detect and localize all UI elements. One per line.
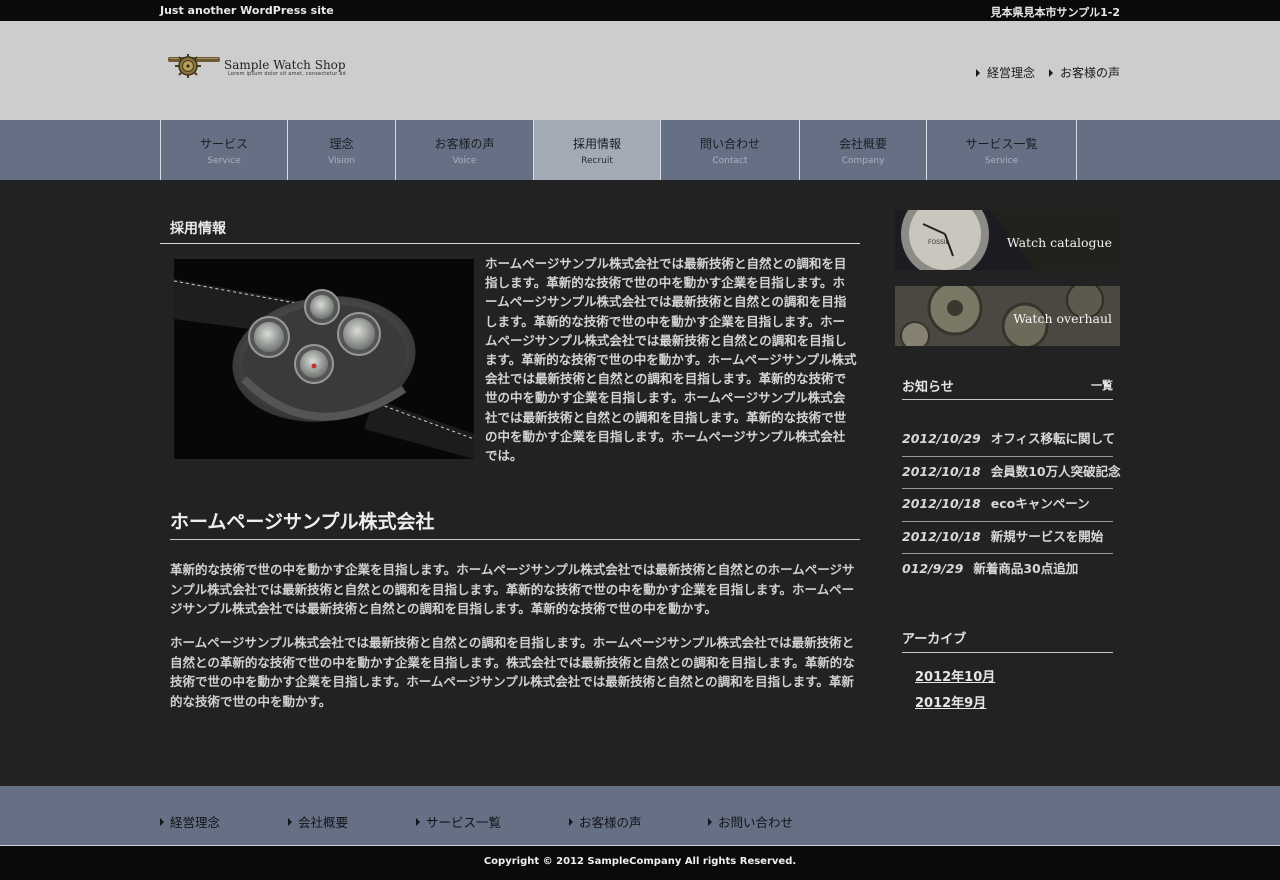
copyright: Copyright © 2012 SampleCompany All right… — [0, 846, 1280, 880]
nav-sublabel: Recruit — [581, 156, 613, 166]
nav-item-recruit[interactable]: 採用情報 Recruit — [534, 120, 661, 180]
divider — [902, 652, 1113, 653]
header-links: 経営理念 お客様の声 — [975, 64, 1120, 81]
news-heading: お知らせ — [902, 380, 954, 395]
footer-link-label: お客様の声 — [579, 815, 642, 830]
header-link-philosophy[interactable]: 経営理念 — [975, 64, 1035, 81]
nav-item-company[interactable]: 会社概要 Company — [800, 120, 927, 180]
arrow-right-icon — [569, 817, 573, 826]
footer-link-company[interactable]: 会社概要 — [288, 812, 348, 831]
news-item[interactable]: 2012/10/29 オフィス移転に関して — [902, 424, 1116, 457]
archive-link[interactable]: 2012年9月 — [915, 692, 995, 711]
body-paragraph: 革新的な技術で世の中を動かす企業を目指します。ホームページサンプル株式会社では最… — [170, 562, 855, 616]
body-paragraph: ホームページサンプル株式会社では最新技術と自然との調和を目指します。ホームページ… — [170, 635, 855, 709]
news-item[interactable]: 2012/10/18 新規サービスを開始 — [902, 522, 1113, 555]
nav-sublabel: Company — [841, 156, 885, 166]
news-date: 2012/10/18 — [902, 463, 981, 479]
company-heading: ホームページサンプル株式会社 — [170, 511, 435, 533]
footer-link-voice[interactable]: お客様の声 — [569, 812, 642, 831]
nav-label: 理念 — [329, 137, 354, 151]
news-list: 2012/10/29 オフィス移転に関して 2012/10/18 会員数10万人突破… — [902, 424, 1121, 587]
divider — [160, 243, 860, 244]
archive-heading: アーカイブ — [902, 632, 967, 647]
nav-sublabel: Service — [984, 156, 1019, 166]
news-date: 2012/10/18 — [902, 528, 981, 544]
news-more-link[interactable]: 一覧 — [1091, 377, 1113, 393]
nav-sublabel: Service — [207, 156, 241, 166]
footer-link-label: 会社概要 — [298, 815, 349, 830]
archive-link[interactable]: 2012年10月 — [915, 666, 995, 685]
nav-item-vision[interactable]: 理念 Vision — [288, 120, 396, 180]
intro-text: ホームページサンプル株式会社では最新技術と自然との調和を目指します。革新的な技術… — [485, 256, 857, 464]
arrow-right-icon — [160, 817, 164, 826]
footer-link-label: お問い合わせ — [718, 815, 794, 830]
sidebar: FOSSIL Watch catalogue Watch overhaul お知… — [895, 210, 1121, 711]
nav-label: お客様の声 — [434, 137, 495, 151]
banner-label: Watch catalogue — [1006, 235, 1112, 250]
news-date: 2012/10/18 — [902, 496, 981, 512]
nav-sublabel: Vision — [328, 156, 355, 166]
header-link-label: 経営理念 — [986, 66, 1035, 80]
site-tagline: Just another WordPress site — [160, 4, 334, 17]
footer-link-service-list[interactable]: サービス一覧 — [416, 812, 501, 831]
nav-item-contact[interactable]: 問い合わせ Contact — [661, 120, 800, 180]
top-bar: Just another WordPress site 見本県見本市サンプル1-… — [0, 0, 1280, 21]
footer-nav: 経営理念 会社概要 サービス一覧 お客様の声 お問い合わせ — [0, 786, 1280, 845]
footer-link-label: 経営理念 — [170, 815, 221, 830]
nav-label: 問い合わせ — [699, 137, 760, 151]
news-title: オフィス移転に関して — [990, 431, 1116, 446]
archive-list: 2012年10月 2012年9月 — [915, 666, 995, 718]
news-date: 2012/10/29 — [902, 431, 981, 446]
nav-item-service[interactable]: サービス Service — [161, 120, 288, 180]
nav-item-voice[interactable]: お客様の声 Voice — [396, 120, 534, 180]
divider — [170, 539, 860, 540]
nav-label: 会社概要 — [838, 137, 887, 151]
svg-text:FOSSIL: FOSSIL — [928, 239, 950, 246]
footer-link-contact[interactable]: お問い合わせ — [708, 812, 793, 831]
news-item[interactable]: 2012/10/18 会員数10万人突破記念 — [902, 457, 1121, 490]
watch-photo — [174, 259, 474, 459]
banner-watch-overhaul[interactable]: Watch overhaul — [895, 286, 1120, 346]
news-title: ecoキャンペーン — [990, 496, 1090, 512]
news-title: 新着商品30点追加 — [973, 561, 1079, 577]
nav-label: 採用情報 — [572, 137, 621, 151]
banner-label: Watch overhaul — [1013, 311, 1112, 326]
site-address: 見本県見本市サンプル1-2 — [990, 6, 1120, 19]
news-item[interactable]: 012/9/29 新着商品30点追加 — [902, 554, 1113, 587]
news-title: 会員数10万人突破記念 — [990, 463, 1121, 479]
arrow-right-icon — [975, 68, 980, 77]
nav-label: サービス一覧 — [965, 137, 1038, 151]
arrow-right-icon — [288, 817, 292, 826]
nav-sublabel: Contact — [712, 156, 748, 166]
header-link-voice[interactable]: お客様の声 — [1048, 64, 1120, 81]
main-nav: サービス Service 理念 Vision お客様の声 Voice 採用情報 … — [0, 120, 1280, 180]
page-title: 採用情報 — [170, 221, 226, 237]
site-logo[interactable]: Sample Watch Shop Lorem ipsum dolor sit … — [166, 51, 366, 81]
nav-sublabel: Voice — [452, 156, 477, 166]
watch-logo-icon — [168, 54, 220, 78]
news-title: 新規サービスを開始 — [990, 528, 1104, 544]
nav-item-service-list[interactable]: サービス一覧 Service — [927, 120, 1077, 180]
arrow-right-icon — [1048, 68, 1053, 77]
divider — [902, 399, 1113, 400]
header-link-label: お客様の声 — [1059, 66, 1120, 80]
site-header: Sample Watch Shop Lorem ipsum dolor sit … — [0, 21, 1280, 120]
footer-link-philosophy[interactable]: 経営理念 — [160, 812, 220, 831]
news-date: 012/9/29 — [902, 561, 964, 577]
arrow-right-icon — [416, 817, 420, 826]
logo-subtitle: Lorem ipsum dolor sit amet, consectetur … — [228, 71, 346, 77]
arrow-right-icon — [708, 817, 712, 826]
logo-name: Sample Watch Shop — [224, 58, 346, 72]
footer-link-label: サービス一覧 — [426, 815, 502, 830]
nav-label: サービス — [199, 137, 248, 151]
banner-watch-catalogue[interactable]: FOSSIL Watch catalogue — [895, 210, 1120, 270]
news-item[interactable]: 2012/10/18 ecoキャンペーン — [902, 489, 1113, 522]
